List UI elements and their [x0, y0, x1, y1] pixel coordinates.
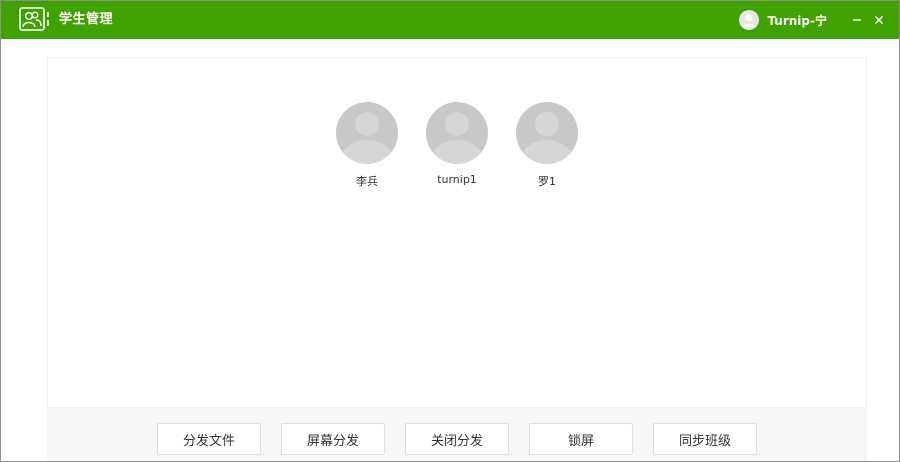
close-icon — [874, 15, 884, 25]
default-avatar-icon — [336, 102, 398, 164]
user-name: Turnip-宁 — [767, 13, 827, 28]
student-card[interactable]: 罗1 — [516, 102, 578, 189]
minimize-button[interactable] — [847, 10, 867, 30]
user-menu[interactable]: Turnip-宁 — [739, 1, 827, 39]
students-icon — [19, 7, 51, 31]
student-list: 李兵 turnip1 罗1 — [48, 102, 866, 189]
sync-class-button[interactable]: 同步班级 — [653, 423, 757, 455]
stop-broadcast-button[interactable]: 关闭分发 — [405, 423, 509, 455]
user-avatar-icon — [739, 10, 760, 30]
student-card[interactable]: 李兵 — [336, 102, 398, 189]
title-bar: 学生管理 Turnip-宁 — [1, 1, 899, 39]
distribute-file-button[interactable]: 分发文件 — [157, 423, 261, 455]
lock-screen-button[interactable]: 锁屏 — [529, 423, 633, 455]
minimize-icon — [853, 19, 861, 21]
screen-broadcast-button[interactable]: 屏幕分发 — [281, 423, 385, 455]
student-panel: 李兵 turnip1 罗1 — [47, 57, 867, 407]
app-window: 学生管理 Turnip-宁 李兵 turnip1 罗1 分发文件 屏幕分发 关闭… — [0, 0, 900, 462]
student-name: 李兵 — [356, 175, 378, 188]
app-title: 学生管理 — [59, 12, 114, 27]
student-name: 罗1 — [538, 175, 556, 188]
default-avatar-icon — [516, 102, 578, 164]
student-card[interactable]: turnip1 — [426, 102, 488, 189]
default-avatar-icon — [426, 102, 488, 164]
student-name: turnip1 — [437, 173, 477, 186]
close-button[interactable] — [869, 10, 889, 30]
action-bar: 分发文件 屏幕分发 关闭分发 锁屏 同步班级 — [47, 407, 867, 461]
